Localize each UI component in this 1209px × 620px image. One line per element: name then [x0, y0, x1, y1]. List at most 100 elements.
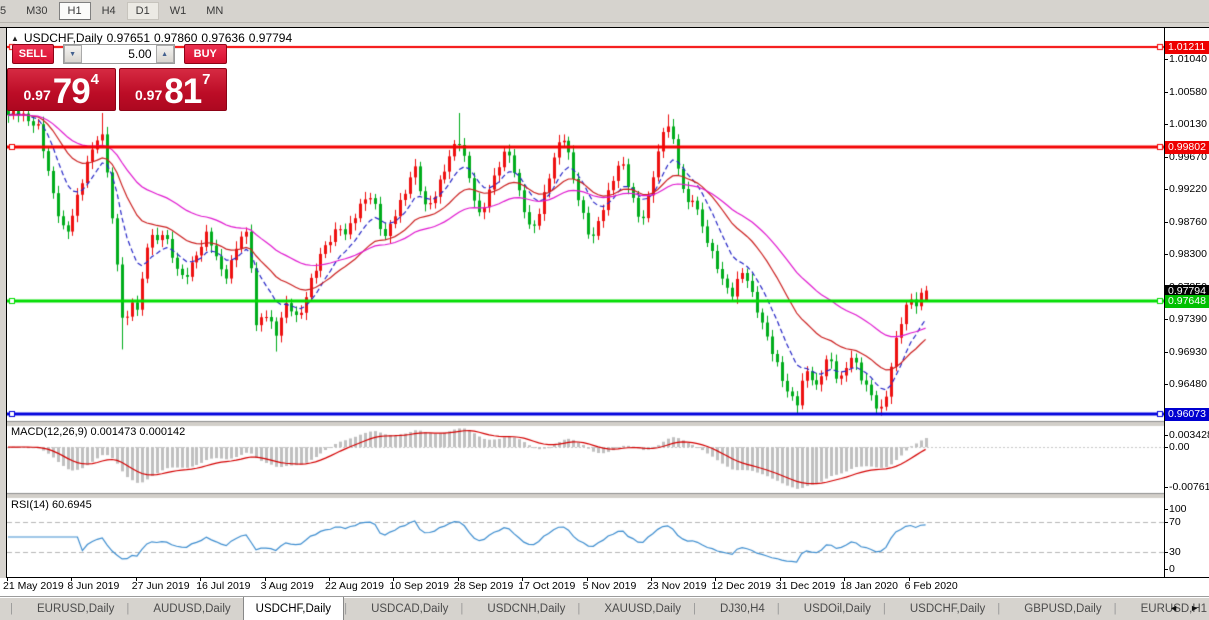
one-click-trade-panel: SELL ▼ ▲ BUY 0.97 79 4 0.97 81 7	[7, 44, 227, 111]
macd-label: MACD(12,26,9) 0.001473 0.000142	[11, 426, 185, 438]
date-axis-label: 5 Nov 2019	[583, 580, 637, 592]
rsi-axis-tick	[1164, 522, 1168, 523]
volume-input[interactable]	[82, 45, 156, 63]
macd-axis-label: 0.003428	[1169, 429, 1209, 441]
timeframe-button[interactable]: H1	[59, 2, 91, 20]
rsi-label: RSI(14) 60.6945	[11, 499, 92, 511]
buy-price-big: 81	[164, 78, 201, 107]
timeframe-button[interactable]: M30	[17, 2, 56, 20]
buy-price-sup: 7	[202, 71, 210, 88]
timeframe-button[interactable]: W1	[161, 2, 196, 20]
sell-price-tile[interactable]: 0.97 79 4	[7, 68, 116, 111]
chart-tab[interactable]: USDCHF,Daily	[883, 597, 997, 620]
date-axis-label: 10 Sep 2019	[389, 580, 449, 592]
price-axis-label: 0.99220	[1169, 183, 1207, 195]
price-axis-tick	[1164, 384, 1168, 385]
chart-tab-list: EURUSD,Daily AUDUSD,Daily USDCHF,Daily U…	[0, 597, 1209, 620]
date-axis-label: 31 Dec 2019	[776, 580, 836, 592]
price-axis-badge: 0.97648	[1165, 295, 1209, 308]
rsi-axis-label: 70	[1169, 516, 1181, 528]
macd-axis-tick	[1164, 487, 1168, 488]
price-axis-tick	[1164, 352, 1168, 353]
price-axis-label: 0.98300	[1169, 248, 1207, 260]
chart-tab[interactable]: DJ30,H4	[693, 597, 777, 620]
price-axis-badge: 1.01211	[1165, 41, 1209, 54]
price-axis-tick	[1164, 92, 1168, 93]
timeframe-button[interactable]: MN	[197, 2, 232, 20]
sell-price-sup: 4	[91, 71, 99, 88]
price-axis-label: 0.97390	[1169, 313, 1207, 325]
volume-stepper: ▼ ▲	[63, 44, 175, 64]
mt4-window: 5 M30 H1 H4 D1 W1 MN ▲ USDCHF,Daily 0.9765…	[0, 0, 1209, 620]
chart-border-top	[0, 27, 1209, 28]
chart-tab-bar: EURUSD,Daily AUDUSD,Daily USDCHF,Daily U…	[0, 596, 1209, 620]
price-axis-badge: 0.99802	[1165, 141, 1209, 154]
buy-price-prefix: 0.97	[135, 87, 162, 103]
date-axis-label: 21 May 2019	[3, 580, 64, 592]
chart-tab[interactable]: GBPUSD,Daily	[997, 597, 1113, 620]
rsi-axis-tick	[1164, 552, 1168, 553]
chart-tab[interactable]: USDCHF,Daily	[243, 597, 344, 620]
sell-price-big: 79	[53, 78, 90, 107]
chart-shift-icon: ▲	[11, 34, 19, 43]
tab-scroll-left-icon[interactable]: ◄	[1163, 600, 1184, 616]
chart-tab[interactable]: AUDUSD,Daily	[126, 597, 242, 620]
timeframe-button-list: 5 M30 H1 H4 D1 W1 MN	[0, 0, 1209, 22]
buy-price-tile[interactable]: 0.97 81 7	[119, 68, 228, 111]
rsi-axis-label: 30	[1169, 546, 1181, 558]
date-axis-label: 18 Jan 2020	[840, 580, 898, 592]
volume-increase-icon[interactable]: ▲	[156, 45, 174, 63]
tab-scroll-arrows: ◄ ►	[1163, 600, 1205, 616]
chart-tab[interactable]: EURUSD,Daily	[10, 597, 126, 620]
date-axis: 21 May 20198 Jun 201927 Jun 201916 Jul 2…	[0, 578, 1209, 596]
rsi-axis-tick	[1164, 509, 1168, 510]
price-axis-tick	[1164, 319, 1168, 320]
price-axis-label: 1.00130	[1169, 118, 1207, 130]
date-axis-label: 17 Oct 2019	[518, 580, 575, 592]
chart-open: 0.97651	[107, 31, 150, 45]
date-axis-label: 27 Jun 2019	[132, 580, 190, 592]
macd-axis-label: 0.00	[1169, 441, 1189, 453]
price-axis-tick	[1164, 222, 1168, 223]
price-axis-label: 1.00580	[1169, 86, 1207, 98]
chart-title: ▲ USDCHF,Daily 0.97651 0.97860 0.97636 0.9779…	[11, 31, 296, 45]
chart-high: 0.97860	[154, 31, 197, 45]
price-axis-label: 1.01040	[1169, 53, 1207, 65]
price-axis-badge: 0.96073	[1165, 408, 1209, 421]
macd-axis-tick	[1164, 435, 1168, 436]
chart-tab[interactable]: USDCAD,Daily	[344, 597, 460, 620]
timeframe-button[interactable]: 5	[0, 2, 15, 20]
sell-price-prefix: 0.97	[23, 87, 50, 103]
price-axis-tick	[1164, 124, 1168, 125]
price-axis: 1.010401.005801.001300.996700.992200.987…	[1165, 28, 1209, 578]
chart-tab[interactable]: USDCNH,Daily	[460, 597, 577, 620]
chart-tab[interactable]: USDOil,Daily	[777, 597, 883, 620]
date-axis-label: 23 Nov 2019	[647, 580, 707, 592]
buy-button[interactable]: BUY	[184, 44, 227, 64]
price-axis-tick	[1164, 59, 1168, 60]
chart-symbol-period: USDCHF,Daily	[24, 31, 103, 45]
tab-scroll-right-icon[interactable]: ►	[1184, 600, 1205, 616]
timeframe-button[interactable]: H4	[93, 2, 125, 20]
price-axis-tick	[1164, 254, 1168, 255]
rsi-axis-label: 0	[1169, 563, 1175, 575]
price-axis-tick	[1164, 157, 1168, 158]
chart-close: 0.97794	[249, 31, 292, 45]
date-axis-label: 28 Sep 2019	[454, 580, 514, 592]
date-axis-label: 22 Aug 2019	[325, 580, 384, 592]
date-axis-label: 8 Jun 2019	[67, 580, 119, 592]
price-axis-label: 0.96480	[1169, 378, 1207, 390]
sell-button[interactable]: SELL	[12, 44, 54, 64]
date-axis-label: 6 Feb 2020	[905, 580, 958, 592]
price-axis-label: 0.98760	[1169, 216, 1207, 228]
chart-low: 0.97636	[201, 31, 244, 45]
rsi-axis-tick	[1164, 569, 1168, 570]
timeframe-button[interactable]: D1	[127, 2, 159, 20]
macd-axis-label: -0.007615	[1169, 481, 1209, 493]
timeframe-toolbar: 5 M30 H1 H4 D1 W1 MN	[0, 0, 1209, 23]
date-axis-label: 3 Aug 2019	[261, 580, 314, 592]
volume-decrease-icon[interactable]: ▼	[64, 45, 82, 63]
chart-tab[interactable]: XAUUSD,Daily	[577, 597, 693, 620]
price-axis-tick	[1164, 189, 1168, 190]
rsi-axis-label: 100	[1169, 503, 1187, 515]
